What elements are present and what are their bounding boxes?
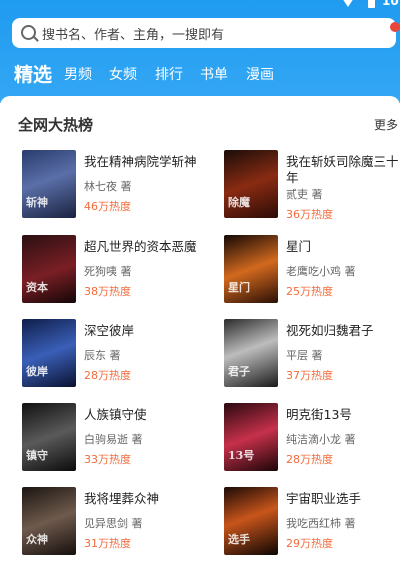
section-title: 全网大热榜 <box>18 116 94 134</box>
book-title: 我将埋葬众神 <box>84 491 160 506</box>
book-author: 见异思剑 著 <box>84 517 143 530</box>
book-author: 辰东 著 <box>84 349 121 362</box>
search-placeholder: 搜书名、作者、主角，一搜即有 <box>42 28 225 43</box>
battery-icon <box>368 0 375 8</box>
book-heat: 38万热度 <box>84 285 131 298</box>
book-cover: 斩神 <box>22 150 76 218</box>
book-item[interactable]: 星门 星门 老鹰吃小鸡 著 25万热度 <box>224 235 400 305</box>
book-cover: 除魔 <box>224 150 278 218</box>
tab-booklist[interactable]: 书单 <box>200 64 228 84</box>
book-title: 人族镇守使 <box>84 407 147 422</box>
book-item[interactable]: 众神 我将埋葬众神 见异思剑 著 31万热度 <box>22 487 207 557</box>
tab-female[interactable]: 女频 <box>109 64 137 84</box>
book-item[interactable]: 选手 宇宙职业选手 我吃西红柿 著 29万热度 <box>224 487 400 557</box>
category-tabs: 精选 男频 女频 排行 书单 漫画 <box>0 58 400 88</box>
book-title: 超凡世界的资本恶魔 <box>84 239 197 254</box>
book-heat: 31万热度 <box>84 537 131 550</box>
book-item[interactable]: 13号 明克街13号 纯洁滴小龙 著 28万热度 <box>224 403 400 473</box>
book-title: 深空彼岸 <box>84 323 135 338</box>
book-author: 贰吏 著 <box>286 188 323 201</box>
book-item[interactable]: 君子 视死如归魏君子 平层 著 37万热度 <box>224 319 400 389</box>
book-title: 我在精神病院学斩神 <box>84 154 197 169</box>
book-heat: 33万热度 <box>84 453 131 466</box>
tab-ranking[interactable]: 排行 <box>155 64 183 84</box>
book-heat: 28万热度 <box>84 369 131 382</box>
tab-featured[interactable]: 精选 <box>14 60 52 87</box>
book-heat: 37万热度 <box>286 369 333 382</box>
book-cover: 资本 <box>22 235 76 303</box>
tab-comics[interactable]: 漫画 <box>246 64 274 84</box>
book-title: 视死如归魏君子 <box>286 323 374 338</box>
book-cover: 13号 <box>224 403 278 471</box>
more-link[interactable]: 更多 <box>374 116 398 133</box>
book-cover: 众神 <box>22 487 76 555</box>
hot-list-card: 全网大热榜 更多 斩神 我在精神病院学斩神 林七夜 著 46万热度 除魔 我在斩… <box>0 96 400 576</box>
book-heat: 28万热度 <box>286 453 333 466</box>
book-item[interactable]: 资本 超凡世界的资本恶魔 死狗咦 著 38万热度 <box>22 235 207 305</box>
book-author: 林七夜 著 <box>84 180 132 193</box>
book-title: 宇宙职业选手 <box>286 491 362 506</box>
book-item[interactable]: 除魔 我在斩妖司除魔三十年 贰吏 著 36万热度 <box>224 150 400 221</box>
book-author: 白驹易逝 著 <box>84 433 143 446</box>
book-heat: 25万热度 <box>286 285 333 298</box>
book-cover: 镇守 <box>22 403 76 471</box>
book-title: 我在斩妖司除魔三十年 <box>286 154 399 185</box>
search-bar[interactable]: 搜书名、作者、主角，一搜即有 <box>12 18 400 48</box>
book-heat: 36万热度 <box>286 208 333 221</box>
book-author: 老鹰吃小鸡 著 <box>286 265 356 278</box>
status-time: 10: <box>382 0 400 8</box>
book-cover: 星门 <box>224 235 278 303</box>
book-item[interactable]: 斩神 我在精神病院学斩神 林七夜 著 46万热度 <box>22 150 207 220</box>
search-icon <box>21 25 36 40</box>
book-item[interactable]: 镇守 人族镇守使 白驹易逝 著 33万热度 <box>22 403 207 473</box>
signal-icon <box>342 0 354 7</box>
book-cover: 选手 <box>224 487 278 555</box>
book-author: 平层 著 <box>286 349 323 362</box>
app-header: 10: 搜书名、作者、主角，一搜即有 精选 男频 女频 排行 书单 漫画 <box>0 0 400 103</box>
book-heat: 29万热度 <box>286 537 333 550</box>
notification-dot <box>390 22 400 32</box>
tab-male[interactable]: 男频 <box>64 64 92 84</box>
book-title: 星门 <box>286 239 312 254</box>
book-author: 我吃西红柿 著 <box>286 517 356 530</box>
book-title: 明克街13号 <box>286 407 352 422</box>
book-cover: 彼岸 <box>22 319 76 387</box>
book-heat: 46万热度 <box>84 200 131 213</box>
book-item[interactable]: 彼岸 深空彼岸 辰东 著 28万热度 <box>22 319 207 389</box>
book-author: 纯洁滴小龙 著 <box>286 433 356 446</box>
book-cover: 君子 <box>224 319 278 387</box>
book-author: 死狗咦 著 <box>84 265 132 278</box>
